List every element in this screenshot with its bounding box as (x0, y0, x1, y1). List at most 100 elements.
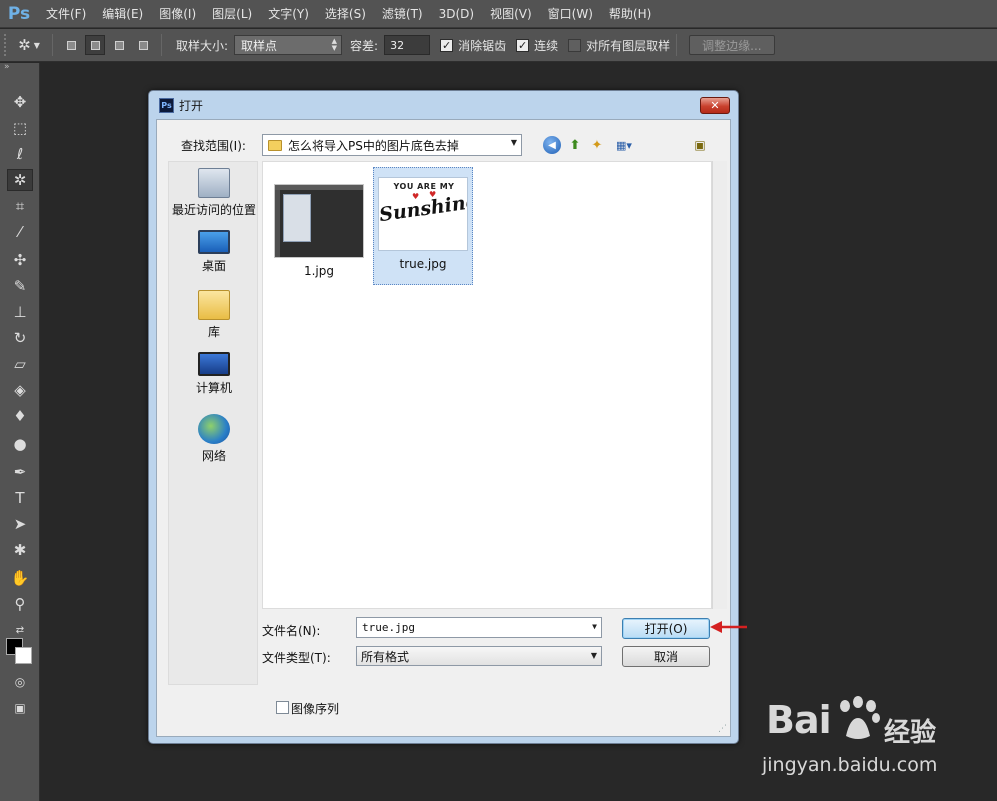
magic-wand-icon[interactable]: ✲ (7, 169, 33, 191)
background-color[interactable] (15, 647, 32, 664)
menu-image[interactable]: 图像(I) (151, 0, 204, 28)
tolerance-input[interactable]: 32 (384, 35, 431, 55)
move-icon[interactable]: ✥ (7, 91, 33, 113)
watermark-brand-cn: 经验 (884, 718, 937, 748)
view-menu-icon[interactable]: ▦▾ (610, 136, 638, 154)
new-folder-icon[interactable]: ✦ (588, 136, 606, 154)
marquee-icon[interactable]: ⬚ (7, 117, 33, 139)
history-brush-icon[interactable]: ↻ (7, 327, 33, 349)
collapse-icon[interactable]: » (0, 63, 39, 73)
chevron-down-icon[interactable]: ▼ (592, 622, 597, 631)
all-layers-checkbox[interactable] (568, 38, 582, 52)
file-type-label: 文件类型(T): (262, 651, 331, 665)
eyedropper-icon[interactable]: ⁄ (7, 221, 33, 243)
file-type-select[interactable]: 所有格式 ▼ (356, 646, 602, 666)
menu-view[interactable]: 视图(V) (482, 0, 540, 28)
tool-preset-picker[interactable]: ✲ ▼ (12, 33, 46, 57)
lasso-icon[interactable]: ℓ (7, 143, 33, 165)
chevron-down-icon: ▼ (510, 138, 517, 147)
paint-bucket-icon[interactable]: ◈ (7, 379, 33, 401)
shape-icon[interactable]: ✱ (7, 539, 33, 561)
quick-mask-icon[interactable]: ◎ (7, 671, 33, 693)
annotation-arrow-icon (710, 621, 747, 633)
pen-icon[interactable]: ✒ (7, 461, 33, 483)
dialog-titlebar[interactable]: Ps 打开 ✕ (149, 91, 738, 119)
antialias-label: 消除锯齿 (458, 38, 507, 53)
add-to-selection-button[interactable] (85, 35, 105, 55)
subtract-selection-button[interactable] (109, 35, 129, 55)
menu-type[interactable]: 文字(Y) (260, 0, 317, 28)
open-button[interactable]: 打开(O) (622, 618, 710, 639)
libraries-icon (198, 290, 230, 320)
sample-size-select[interactable]: 取样点 ▲ ▼ (234, 35, 343, 55)
new-selection-button[interactable] (61, 35, 81, 55)
sample-size-label: 取样大小: (176, 38, 229, 53)
thumbnail-arc-text: YOU ARE MY (393, 182, 455, 191)
crop-icon[interactable]: ⌗ (7, 195, 33, 217)
zoom-icon[interactable]: ⚲ (7, 593, 33, 615)
file-thumbnail: YOU ARE MY ♥ ♥ Sunshine (378, 177, 468, 251)
menu-window[interactable]: 窗口(W) (540, 0, 601, 28)
menu-layer[interactable]: 图层(L) (204, 0, 260, 28)
hand-icon[interactable]: ✋ (7, 567, 33, 589)
menu-select[interactable]: 选择(S) (317, 0, 374, 28)
stamp-icon[interactable]: ⊥ (7, 301, 33, 323)
refine-edge-button[interactable]: 调整边缘... (689, 35, 775, 55)
image-sequence-checkbox[interactable] (276, 701, 289, 714)
look-in-select[interactable]: 怎么将导入PS中的图片底色去掉 ▼ (262, 134, 522, 156)
file-name: 1.jpg (303, 264, 335, 278)
file-item[interactable]: 1.jpg (269, 184, 369, 278)
intersect-selection-button[interactable] (133, 35, 153, 55)
screen-mode-icon[interactable]: ▣ (7, 697, 33, 719)
file-list-scrollbar[interactable] (712, 161, 727, 609)
cancel-button[interactable]: 取消 (622, 646, 710, 667)
menu-bar: Ps 文件(F) 编辑(E) 图像(I) 图层(L) 文字(Y) 选择(S) 滤… (0, 0, 997, 28)
close-button[interactable]: ✕ (700, 97, 730, 114)
place-recent[interactable]: 最近访问的位置 (169, 168, 259, 218)
file-name-field[interactable]: true.jpg ▼ (356, 617, 602, 638)
blur-icon[interactable]: ♦ (7, 405, 33, 427)
image-sequence-label: 图像序列 (291, 702, 340, 716)
recent-places-icon (198, 168, 230, 198)
menu-file[interactable]: 文件(F) (38, 0, 94, 28)
options-grip[interactable] (4, 34, 12, 56)
menu-help[interactable]: 帮助(H) (601, 0, 659, 28)
place-network[interactable]: 网络 (169, 414, 259, 464)
antialias-checkbox[interactable]: ✓ (440, 38, 454, 52)
baidu-jingyan-watermark: Bai 经验 jingyan.baidu.com (762, 696, 986, 788)
up-folder-icon[interactable]: ⬆ (566, 136, 584, 154)
place-computer[interactable]: 计算机 (169, 352, 259, 396)
photoshop-small-icon: Ps (159, 97, 174, 113)
dialog-title: 打开 (179, 98, 204, 113)
type-icon[interactable]: T (7, 487, 33, 509)
contiguous-checkbox[interactable]: ✓ (516, 38, 530, 52)
menu-filter[interactable]: 滤镜(T) (374, 0, 431, 28)
close-icon: ✕ (710, 99, 720, 112)
dodge-icon[interactable]: ● (7, 433, 33, 455)
chevron-down-icon: ▼ (590, 651, 597, 660)
file-item-selected[interactable]: YOU ARE MY ♥ ♥ Sunshine true.jpg (373, 167, 473, 285)
look-in-label: 查找范围(I): (181, 139, 246, 153)
path-select-icon[interactable]: ➤ (7, 513, 33, 535)
resize-grip-icon[interactable]: ⋰ (718, 724, 727, 734)
eraser-icon[interactable]: ▱ (7, 353, 33, 375)
menu-3d[interactable]: 3D(D) (431, 0, 482, 28)
sample-size-value: 取样点 (241, 38, 278, 53)
file-name-label: 文件名(N): (262, 624, 321, 638)
photoshop-logo: Ps (7, 3, 31, 24)
paw-icon (840, 696, 880, 739)
thumbnail-script-text: Sunshine (378, 190, 468, 227)
menu-edit[interactable]: 编辑(E) (94, 0, 151, 28)
network-icon (198, 414, 230, 444)
favorites-icon[interactable]: ▣ (691, 136, 709, 154)
places-bar: 最近访问的位置 桌面 库 计算机 网络 (168, 161, 258, 685)
back-icon[interactable]: ◀ (543, 136, 561, 154)
contiguous-label: 连续 (534, 38, 559, 53)
spinner-icon: ▲ ▼ (331, 37, 338, 52)
healing-icon[interactable]: ✣ (7, 249, 33, 271)
place-libraries[interactable]: 库 (169, 290, 259, 340)
brush-icon[interactable]: ✎ (7, 275, 33, 297)
place-desktop[interactable]: 桌面 (169, 230, 259, 274)
folder-icon (268, 139, 282, 151)
magic-wand-icon: ✲ (18, 36, 31, 54)
